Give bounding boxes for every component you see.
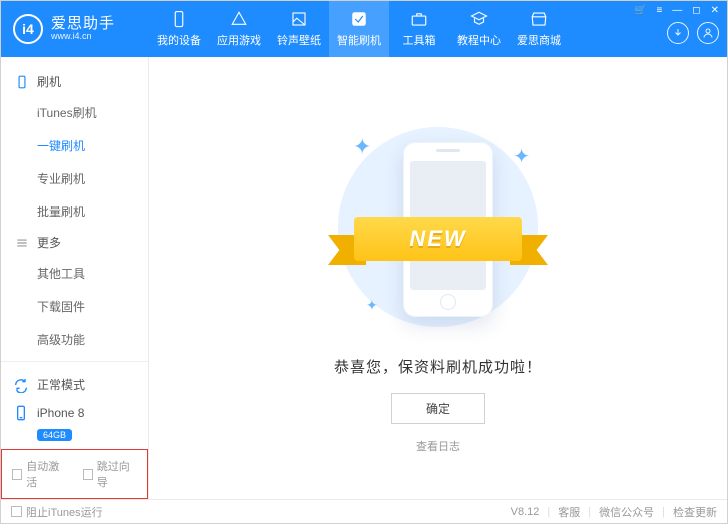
storage-badge: 64GB [37,429,72,441]
sidebar-section-more[interactable]: 更多 [1,228,148,257]
store-icon [530,10,548,28]
device-mode[interactable]: 正常模式 [13,370,136,399]
checkbox-icon [11,506,22,517]
version-label: V8.12 [511,506,540,518]
sparkle-icon: ✦ [513,144,530,169]
checkbox-icon [12,469,22,480]
device-label: iPhone 8 [37,406,84,420]
app-title: 爱思助手 [51,16,115,33]
tab-label: 应用游戏 [217,32,261,48]
sidebar-item-advanced[interactable]: 高级功能 [1,323,148,356]
toolbox-icon [410,10,428,28]
content: ✦ ✦ ✦ NEW 恭喜您，保资料刷机成功啦！ 确定 查看日志 [149,57,727,499]
tutorial-icon [470,10,488,28]
logo: i4 爱思助手 www.i4.cn [1,1,149,57]
block-itunes-checkbox[interactable]: 阻止iTunes运行 [11,504,103,520]
tab-label: 爱思商城 [517,32,561,48]
options-highlight: 自动激活 跳过向导 [1,449,148,499]
section-label: 更多 [37,234,61,251]
apps-icon [230,10,248,28]
sidebar-section-flash[interactable]: 刷机 [1,67,148,96]
check-update-link[interactable]: 检查更新 [673,504,717,520]
tab-store[interactable]: 爱思商城 [509,1,569,57]
checkbox-label: 自动激活 [26,458,66,490]
sidebar-item-other-tools[interactable]: 其他工具 [1,257,148,290]
sidebar-item-pro-flash[interactable]: 专业刷机 [1,162,148,195]
download-button[interactable] [667,22,689,44]
support-link[interactable]: 客服 [558,504,580,520]
skip-guide-checkbox[interactable]: 跳过向导 [83,458,138,490]
sidebar-item-itunes-flash[interactable]: iTunes刷机 [1,96,148,129]
ribbon-text: NEW [354,217,522,261]
tab-label: 教程中心 [457,32,501,48]
tab-ringtones[interactable]: 铃声壁纸 [269,1,329,57]
sidebar-item-oneclick-flash[interactable]: 一键刷机 [1,129,148,162]
mode-label: 正常模式 [37,376,85,393]
minimize-button[interactable]: — [672,5,682,16]
tab-my-device[interactable]: 我的设备 [149,1,209,57]
menu-icon[interactable]: ≡ [656,5,662,16]
phone-icon [15,75,29,89]
maximize-button[interactable]: ◻ [692,5,700,16]
app-url: www.i4.cn [51,32,115,42]
cart-icon[interactable]: 🛒 [634,5,646,16]
sidebar-item-batch-flash[interactable]: 批量刷机 [1,195,148,228]
tab-label: 工具箱 [403,32,436,48]
auto-activate-checkbox[interactable]: 自动激活 [12,458,67,490]
tab-tutorial[interactable]: 教程中心 [449,1,509,57]
device-name[interactable]: iPhone 8 [13,399,136,427]
tab-flash[interactable]: 智能刷机 [329,1,389,57]
checkbox-label: 阻止iTunes运行 [26,504,103,520]
sidebar-item-download-fw[interactable]: 下载固件 [1,290,148,323]
tab-label: 智能刷机 [337,32,381,48]
new-ribbon: NEW [328,217,548,275]
account-button[interactable] [697,22,719,44]
checkbox-icon [83,469,93,480]
tab-label: 我的设备 [157,32,201,48]
ok-button[interactable]: 确定 [391,393,485,424]
success-illustration: ✦ ✦ ✦ NEW [308,122,568,332]
flash-icon [350,10,368,28]
sparkle-icon: ✦ [353,134,371,160]
menu-icon [15,236,29,250]
tab-toolbox[interactable]: 工具箱 [389,1,449,57]
sidebar: 刷机 iTunes刷机 一键刷机 专业刷机 批量刷机 更多 其他工具 下载固件 … [1,57,149,499]
close-button[interactable]: ✕ [711,5,719,16]
top-tabs: 我的设备 应用游戏 铃声壁纸 智能刷机 工具箱 教程中心 [149,1,634,57]
wechat-link[interactable]: 微信公众号 [599,504,654,520]
sparkle-icon: ✦ [366,297,378,314]
tab-label: 铃声壁纸 [277,32,321,48]
phone-icon [13,405,29,421]
tab-apps[interactable]: 应用游戏 [209,1,269,57]
view-log-link[interactable]: 查看日志 [416,438,460,454]
success-message: 恭喜您，保资料刷机成功啦！ [334,356,542,377]
device-icon [170,10,188,28]
footer: 阻止iTunes运行 V8.12 | 客服 | 微信公众号 | 检查更新 [1,499,727,523]
header-right: 🛒 ≡ — ◻ ✕ [634,1,727,57]
header: i4 爱思助手 www.i4.cn 我的设备 应用游戏 铃声壁纸 智能刷机 [1,1,727,57]
wallpaper-icon [290,10,308,28]
refresh-icon [13,377,29,393]
checkbox-label: 跳过向导 [97,458,137,490]
section-label: 刷机 [37,73,61,90]
logo-badge: i4 [13,14,43,44]
